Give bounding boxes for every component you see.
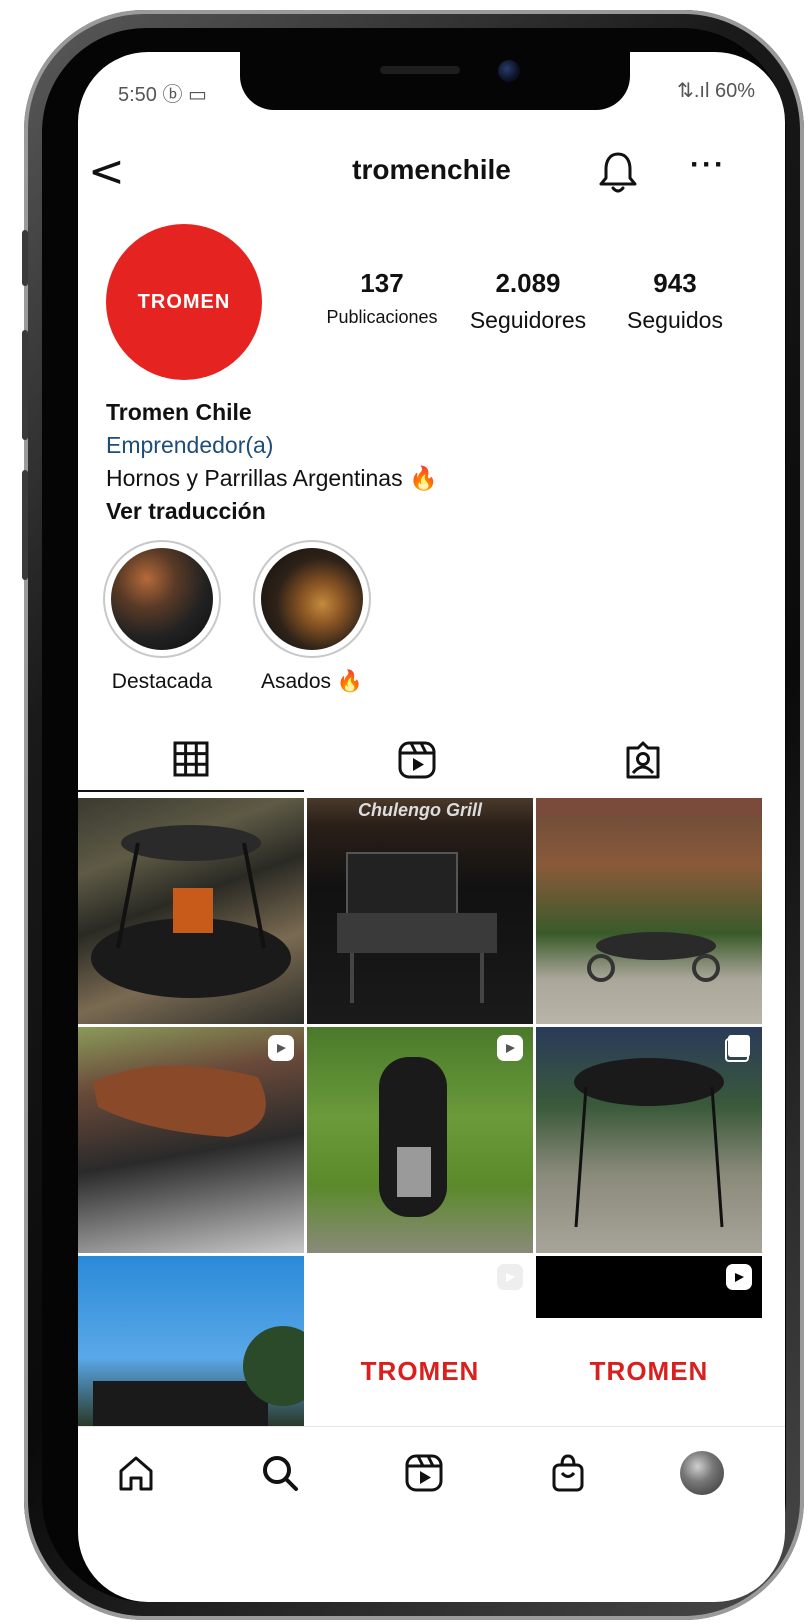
post-thumbnail[interactable] bbox=[536, 798, 762, 1024]
status-bar: 5:50 ⓑ ▭ ⇅.ıl 60% bbox=[118, 78, 755, 106]
tromen-logo: TROMEN bbox=[360, 1356, 480, 1386]
tagged-icon bbox=[626, 741, 660, 779]
stat-following[interactable]: 943 Seguidos bbox=[610, 268, 740, 334]
status-right: ⇅.ıl 60% bbox=[677, 80, 755, 102]
profile-header: < tromenchile ··· bbox=[78, 142, 785, 202]
stat-followers-value: 2.089 bbox=[495, 268, 561, 298]
profile-bio: Tromen Chile Emprendedor(a) Hornos y Par… bbox=[106, 396, 766, 528]
nav-home[interactable] bbox=[108, 1445, 164, 1501]
stat-followers[interactable]: 2.089 Seguidores bbox=[460, 268, 596, 334]
nav-reels[interactable] bbox=[396, 1445, 452, 1501]
profile-tabs bbox=[78, 728, 785, 792]
tab-reels[interactable] bbox=[304, 728, 530, 792]
highlight-thumbnail bbox=[261, 548, 363, 650]
chulengo-grill-photo bbox=[337, 852, 497, 1003]
stat-posts[interactable]: 137 Publicaciones bbox=[314, 268, 450, 328]
bio-text: Hornos y Parrillas Argentinas 🔥 bbox=[106, 465, 438, 491]
tab-posts-grid[interactable] bbox=[78, 728, 304, 792]
post-thumbnail[interactable] bbox=[536, 1027, 762, 1253]
highlight-asados[interactable]: Asados 🔥 bbox=[250, 540, 374, 694]
grid-icon bbox=[173, 741, 209, 777]
grill-photo bbox=[91, 825, 291, 998]
stat-following-value: 943 bbox=[653, 268, 697, 298]
home-icon bbox=[119, 1456, 153, 1491]
page-title: tromenchile bbox=[352, 154, 511, 185]
reel-badge-icon bbox=[726, 1264, 752, 1290]
nav-profile[interactable] bbox=[674, 1445, 730, 1501]
highlight-thumbnail bbox=[111, 548, 213, 650]
post-thumbnail[interactable] bbox=[307, 1027, 533, 1253]
tromen-logo: TROMEN bbox=[589, 1356, 709, 1386]
shop-bag-icon bbox=[552, 1454, 584, 1492]
status-time: 5:50 ⓑ ▭ bbox=[118, 84, 207, 106]
outdoor-grill-photo bbox=[536, 798, 762, 982]
highlight-ring bbox=[103, 540, 221, 658]
reels-icon bbox=[398, 741, 436, 779]
stat-posts-label: Publicaciones bbox=[326, 307, 438, 327]
avatar bbox=[680, 1451, 724, 1495]
reels-icon bbox=[405, 1454, 443, 1492]
reel-badge-icon bbox=[497, 1264, 523, 1290]
app-screen: 5:50 ⓑ ▭ ⇅.ıl 60% < tromenchile ··· TROM… bbox=[78, 52, 785, 1602]
profile-avatar[interactable]: TROMEN bbox=[106, 224, 262, 380]
more-options-icon[interactable]: ··· bbox=[690, 148, 726, 182]
search-icon bbox=[263, 1456, 298, 1491]
stat-posts-value: 137 bbox=[360, 268, 404, 298]
reel-badge-icon bbox=[497, 1035, 523, 1061]
highlight-ring bbox=[253, 540, 371, 658]
see-translation-link[interactable]: Ver traducción bbox=[106, 495, 766, 528]
profile-name: Tromen Chile bbox=[106, 399, 252, 425]
volume-down-button bbox=[22, 470, 28, 580]
highlight-label: Destacada bbox=[111, 670, 213, 693]
speaker-grille bbox=[380, 66, 460, 74]
tab-tagged[interactable] bbox=[530, 728, 756, 792]
mute-switch bbox=[22, 230, 28, 286]
post-thumbnail[interactable]: Chulengo Grill bbox=[307, 798, 533, 1024]
stat-following-label: Seguidos bbox=[627, 307, 723, 333]
bottom-nav bbox=[78, 1426, 785, 1516]
post-thumbnail[interactable] bbox=[78, 1027, 304, 1253]
volume-up-button bbox=[22, 330, 28, 440]
highlight-destacada[interactable]: Destacada bbox=[100, 540, 224, 694]
carousel-badge-icon bbox=[725, 1035, 750, 1062]
nav-search[interactable] bbox=[252, 1445, 308, 1501]
reel-badge-icon bbox=[268, 1035, 294, 1061]
nav-shop[interactable] bbox=[540, 1445, 596, 1501]
stat-followers-label: Seguidores bbox=[469, 307, 587, 333]
avatar-logo: TROMEN bbox=[137, 290, 231, 313]
post-thumbnail[interactable] bbox=[78, 798, 304, 1024]
profile-category[interactable]: Emprendedor(a) bbox=[106, 429, 766, 462]
bell-icon[interactable] bbox=[598, 150, 638, 194]
highlight-label: Asados 🔥 bbox=[260, 670, 364, 693]
